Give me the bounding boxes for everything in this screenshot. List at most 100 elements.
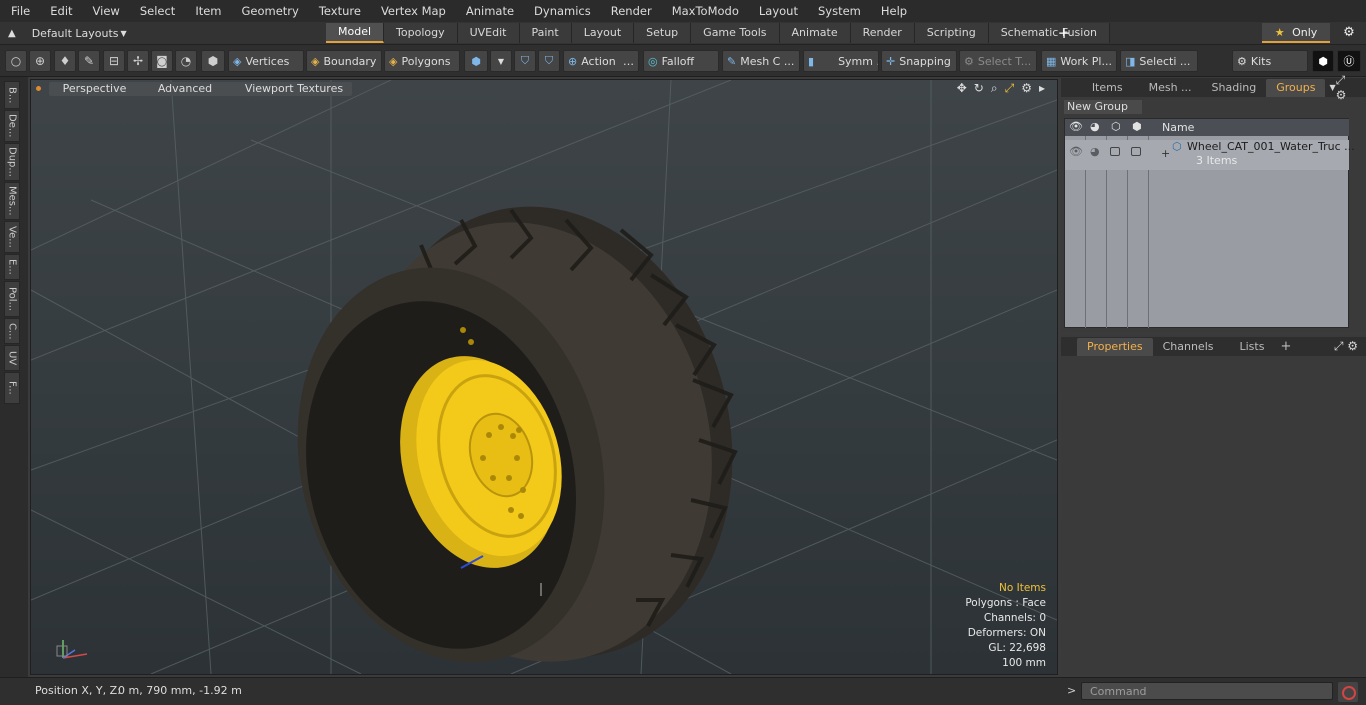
wheel-model[interactable] xyxy=(257,168,779,674)
tab-layout[interactable]: Layout xyxy=(571,23,635,43)
add-tab-plus-icon[interactable]: + xyxy=(1280,339,1291,354)
panel-expand-gear-icon[interactable]: ⤢ ⚙ xyxy=(1336,73,1358,102)
tab-uvedit[interactable]: UVEdit xyxy=(457,23,520,43)
left-tab-curve[interactable]: C... xyxy=(4,318,20,344)
visibility-eye-icon[interactable]: 👁 xyxy=(1069,145,1083,158)
perspective-button[interactable]: Perspective xyxy=(49,82,140,96)
menu-animate[interactable]: Animate xyxy=(455,0,523,22)
work-plane-label: Work Pl... xyxy=(1060,54,1112,68)
tab-topology[interactable]: Topology xyxy=(384,23,458,43)
material-dropdown-button[interactable]: ▼ xyxy=(490,50,512,72)
panel-expand-gear-icon[interactable]: ⤢ ⚙ xyxy=(1334,339,1358,354)
work-plane-button[interactable]: ▦ Work Pl... xyxy=(1041,50,1117,72)
selection-sets-button[interactable]: ◨ Selecti ... xyxy=(1120,50,1198,72)
symmetry-shield2-button[interactable]: ⛉ xyxy=(538,50,560,72)
menu-select[interactable]: Select xyxy=(129,0,184,22)
only-toggle[interactable]: ★ Only xyxy=(1262,23,1330,43)
tab-render[interactable]: Render xyxy=(850,23,915,43)
globe-button[interactable]: ⊕ xyxy=(29,50,51,72)
item-mode-button[interactable]: ⬢ xyxy=(201,50,225,72)
shield-check-icon: ⛉ xyxy=(544,54,554,67)
symmetry-shield-button[interactable]: ⛉ xyxy=(514,50,536,72)
layout-selector[interactable]: ▲ Default Layouts ▼ xyxy=(8,22,127,44)
tab-groups[interactable]: Groups xyxy=(1266,78,1326,97)
tab-setup[interactable]: Setup xyxy=(634,23,692,43)
3d-viewport[interactable]: Perspective Advanced Viewport Textures ✥… xyxy=(30,79,1058,675)
symmetry-button[interactable]: ▮ Symm ... xyxy=(803,50,879,72)
menu-render[interactable]: Render xyxy=(600,0,661,22)
orbit-icon[interactable]: ↻ xyxy=(974,81,984,97)
tab-shading[interactable]: Shading xyxy=(1202,79,1267,97)
pen-button[interactable]: ♦ xyxy=(54,50,76,72)
command-record-button[interactable] xyxy=(1338,682,1358,702)
menu-edit[interactable]: Edit xyxy=(39,0,81,22)
advanced-button[interactable]: Advanced xyxy=(129,82,241,96)
menu-item[interactable]: Item xyxy=(184,0,230,22)
tab-paint[interactable]: Paint xyxy=(519,23,572,43)
left-tab-mesh-edit[interactable]: Mes... xyxy=(4,182,20,220)
menu-texture[interactable]: Texture xyxy=(308,0,370,22)
brush-button[interactable]: ✎ xyxy=(78,50,100,72)
left-tab-duplicate[interactable]: Dup... xyxy=(4,143,20,181)
menu-help[interactable]: Help xyxy=(870,0,916,22)
tab-lists[interactable]: Lists xyxy=(1224,338,1281,356)
left-tab-deform[interactable]: De... xyxy=(4,110,20,142)
tab-channels[interactable]: Channels xyxy=(1153,338,1224,356)
unity-button[interactable]: ⬢ xyxy=(1312,50,1334,72)
kits-button[interactable]: ⚙ Kits xyxy=(1232,50,1308,72)
menu-system[interactable]: System xyxy=(807,0,870,22)
add-tab-button[interactable]: + xyxy=(1056,23,1072,43)
material-mode-button[interactable]: ⬢ xyxy=(464,50,488,72)
gear-icon[interactable]: ⚙ xyxy=(1338,23,1360,43)
left-tab-vertex[interactable]: Ve... xyxy=(4,221,20,253)
menu-view[interactable]: View xyxy=(82,0,129,22)
menu-dynamics[interactable]: Dynamics xyxy=(523,0,600,22)
snapping-button[interactable]: ✛ Snapping xyxy=(881,50,957,72)
viewport-textures-button[interactable]: Viewport Textures xyxy=(236,82,352,96)
viewport-menu-dot[interactable] xyxy=(36,86,41,91)
tab-game-tools[interactable]: Game Tools xyxy=(691,23,780,43)
menu-maxtomodo[interactable]: MaxToModo xyxy=(661,0,748,22)
pan-icon[interactable]: ✥ xyxy=(957,81,967,97)
expand-plus-icon[interactable]: + xyxy=(1161,147,1170,160)
command-input[interactable]: Command xyxy=(1081,682,1333,700)
play-icon[interactable]: ▸ xyxy=(1039,81,1045,97)
mesh-constraint-button[interactable]: ✎ Mesh C ... xyxy=(722,50,800,72)
new-group-button[interactable]: New Group xyxy=(1064,100,1142,114)
tab-model[interactable]: Model xyxy=(326,23,385,43)
zoom-icon[interactable]: ⌕ xyxy=(991,81,998,97)
group-row[interactable]: 👁 ◕ + ⬡ Wheel_CAT_001_Water_Truc ... 3 I… xyxy=(1065,140,1355,170)
menu-geometry[interactable]: Geometry xyxy=(231,0,308,22)
menu-vertex-map[interactable]: Vertex Map xyxy=(370,0,455,22)
select-mode-circle-button[interactable]: ○ xyxy=(5,50,27,72)
menu-file[interactable]: File xyxy=(0,0,39,22)
unreal-button[interactable]: Ⓤ xyxy=(1337,50,1361,72)
render-toggle-icon[interactable]: ◕ xyxy=(1090,145,1100,158)
tab-mesh[interactable]: Mesh ... xyxy=(1139,79,1202,97)
boundary-button[interactable]: ◈ Boundary xyxy=(306,50,382,72)
viewport-gear-icon[interactable]: ⚙ xyxy=(1021,81,1032,97)
lock-checkbox[interactable] xyxy=(1110,147,1120,156)
left-tab-basic[interactable]: B... xyxy=(4,81,20,109)
action-center-button[interactable]: ⊕ Action… xyxy=(563,50,639,72)
maximize-icon[interactable]: ⤢ xyxy=(1005,81,1015,97)
left-tab-edge[interactable]: E... xyxy=(4,254,20,280)
tab-animate[interactable]: Animate xyxy=(779,23,851,43)
vertices-button[interactable]: ◈ Vertices xyxy=(228,50,304,72)
select-checkbox[interactable] xyxy=(1131,147,1141,156)
scale-button[interactable]: ◔ xyxy=(175,50,197,72)
tab-properties[interactable]: Properties xyxy=(1077,337,1153,356)
left-tab-uv[interactable]: UV xyxy=(4,345,20,371)
polygons-button[interactable]: ◈ Polygons xyxy=(384,50,460,72)
tab-scripting[interactable]: Scripting xyxy=(914,23,989,43)
left-tab-polygon[interactable]: Pol... xyxy=(4,281,20,317)
select-through-button[interactable]: ⚙ Select T... xyxy=(959,50,1037,72)
menu-layout[interactable]: Layout xyxy=(748,0,807,22)
move-button[interactable]: ✢ xyxy=(127,50,149,72)
tab-schematic-fusion[interactable]: Schematic Fusion xyxy=(988,23,1111,43)
tab-items[interactable]: Items xyxy=(1076,79,1139,97)
left-tab-fusion[interactable]: F... xyxy=(4,372,20,404)
rotate-button[interactable]: ◙ xyxy=(151,50,173,72)
falloff-button[interactable]: ◎ Falloff xyxy=(643,50,719,72)
transform-button[interactable]: ⊟ xyxy=(103,50,125,72)
